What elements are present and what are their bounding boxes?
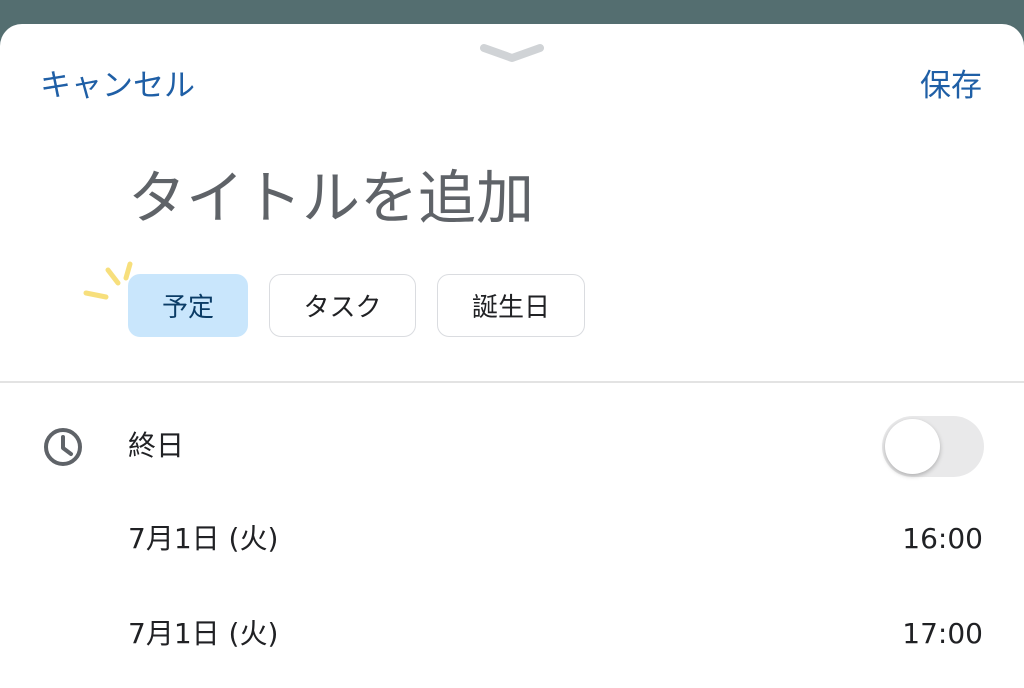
end-time[interactable]: 17:00 [902,614,983,654]
chip-event[interactable]: 予定 [128,274,248,337]
start-datetime-row[interactable]: 7月1日 (火) 16:00 [0,504,1024,574]
chip-task[interactable]: タスク [269,274,416,337]
end-datetime-row[interactable]: 7月1日 (火) 17:00 [0,599,1024,669]
save-button[interactable]: 保存 [920,66,982,106]
new-event-sheet: キャンセル 保存 予定 タスク 誕生日 終日 7月1日 (火) 16:00 7月… [0,24,1024,688]
cancel-button[interactable]: キャンセル [40,66,195,106]
toggle-knob [885,419,940,474]
title-input[interactable] [128,158,968,238]
start-date[interactable]: 7月1日 (火) [128,519,278,559]
chevron-down-icon [480,44,544,62]
start-time[interactable]: 16:00 [902,519,983,559]
chip-label: 誕生日 [471,293,550,323]
chip-birthday[interactable]: 誕生日 [437,274,585,337]
all-day-label: 終日 [128,429,185,462]
clock-icon [44,428,82,466]
end-date[interactable]: 7月1日 (火) [128,614,278,654]
sheet-drag-handle[interactable] [478,40,546,66]
section-divider [0,381,1024,383]
chip-label: 予定 [161,293,214,323]
event-type-chips: 予定 タスク 誕生日 [128,274,606,337]
all-day-toggle[interactable] [882,416,984,477]
chip-label: タスク [303,293,382,323]
